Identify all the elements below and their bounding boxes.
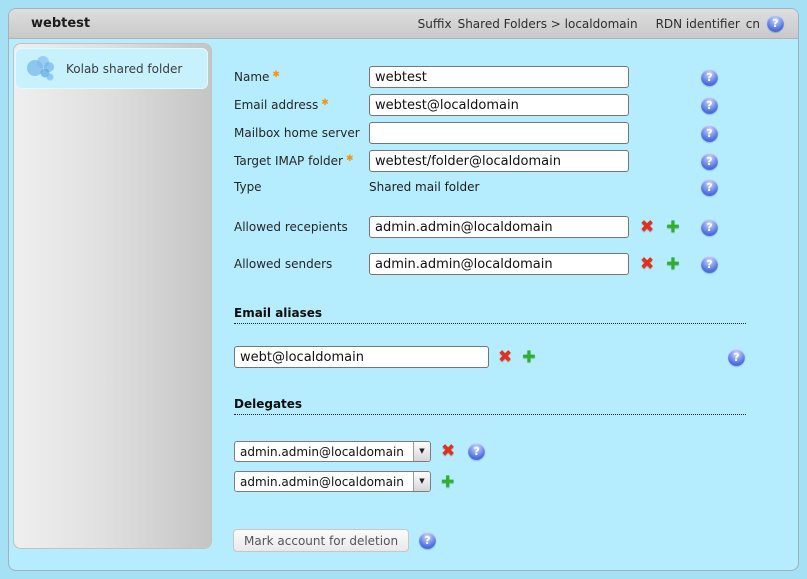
tab-label: Kolab shared folder [66, 62, 182, 76]
form-row-allowed-senders: Allowed senders ✖ ✚ ? [234, 253, 680, 275]
rdn-identifier-label: RDN identifier [656, 17, 740, 31]
required-star-icon: ✱ [321, 98, 329, 108]
allowed-senders-label: Allowed senders [234, 257, 369, 271]
section-email-aliases-heading: Email aliases [234, 306, 746, 324]
suffix-value: Shared Folders > localdomain [458, 17, 638, 31]
help-icon[interactable]: ? [701, 125, 718, 142]
help-icon[interactable]: ? [701, 256, 718, 273]
target-imap-folder-input[interactable] [369, 150, 629, 172]
mailbox-home-server-input[interactable] [369, 122, 629, 144]
help-icon[interactable]: ? [701, 97, 718, 114]
allowed-recepients-label: Allowed recepients [234, 220, 369, 234]
dropdown-arrow-icon: ▼ [413, 442, 430, 461]
delete-entry-icon[interactable]: ✖ [640, 219, 654, 236]
account-panel: webtest Suffix Shared Folders > localdom… [8, 8, 799, 571]
delegate-select-value: admin.admin@localdomain [235, 475, 413, 489]
add-entry-icon[interactable]: ✚ [666, 219, 679, 235]
delete-entry-icon[interactable]: ✖ [640, 256, 654, 273]
delegate-select-value: admin.admin@localdomain [235, 445, 413, 459]
add-entry-icon[interactable]: ✚ [666, 256, 679, 272]
actions-row: Mark account for deletion ? [233, 529, 436, 552]
page: webtest Suffix Shared Folders > localdom… [0, 0, 807, 579]
form-row-mailbox-home-server: Mailbox home server ? [234, 122, 629, 144]
tab-kolab-shared-folder[interactable]: Kolab shared folder [15, 48, 208, 89]
delete-delegate-icon[interactable]: ✖ [441, 443, 455, 460]
form-row-email-address: Email address✱ ? [234, 94, 629, 116]
add-delegate-icon[interactable]: ✚ [441, 474, 454, 490]
name-input[interactable] [369, 66, 629, 88]
suffix-label: Suffix [418, 17, 452, 31]
allowed-senders-input[interactable] [369, 253, 629, 275]
help-icon[interactable]: ? [419, 532, 436, 549]
help-icon[interactable]: ? [701, 153, 718, 170]
rdn-identifier-value: cn [746, 17, 760, 31]
email-alias-input[interactable] [234, 346, 489, 368]
type-label: Type [234, 180, 369, 194]
target-imap-folder-label: Target IMAP folder✱ [234, 154, 369, 168]
form-row-name: Name✱ ? [234, 66, 629, 88]
titlebar: webtest Suffix Shared Folders > localdom… [9, 9, 798, 39]
delete-alias-icon[interactable]: ✖ [498, 349, 512, 366]
page-title: webtest [31, 16, 90, 31]
dropdown-arrow-icon: ▼ [413, 472, 430, 491]
sidebar [13, 43, 212, 549]
delegate-row: admin.admin@localdomain ▼ ✚ [234, 471, 454, 492]
add-alias-icon[interactable]: ✚ [522, 349, 535, 365]
email-alias-row: ✖ ✚ ? [234, 346, 536, 368]
help-icon[interactable]: ? [701, 219, 718, 236]
form-row-target-imap-folder: Target IMAP folder✱ ? [234, 150, 629, 172]
required-star-icon: ✱ [272, 70, 280, 80]
form-row-type: Type Shared mail folder ? [234, 176, 479, 198]
name-label: Name✱ [234, 70, 369, 84]
mailbox-home-server-label: Mailbox home server [234, 126, 369, 140]
delegate-select[interactable]: admin.admin@localdomain ▼ [234, 471, 431, 492]
help-icon[interactable]: ? [701, 179, 718, 196]
help-icon[interactable]: ? [468, 443, 485, 460]
email-address-label: Email address✱ [234, 98, 369, 112]
mark-deletion-button[interactable]: Mark account for deletion [233, 529, 409, 552]
section-delegates-heading: Delegates [234, 397, 746, 415]
help-icon[interactable]: ? [701, 69, 718, 86]
type-value: Shared mail folder [369, 180, 479, 194]
delegate-row: admin.admin@localdomain ▼ ✖ ? [234, 441, 485, 462]
help-icon[interactable]: ? [767, 15, 784, 32]
kolab-shared-folder-icon [26, 54, 56, 84]
header-meta: Suffix Shared Folders > localdomain RDN … [418, 15, 784, 32]
form-row-allowed-recepients: Allowed recepients ✖ ✚ ? [234, 216, 680, 238]
email-address-input[interactable] [369, 94, 629, 116]
delegate-select[interactable]: admin.admin@localdomain ▼ [234, 441, 431, 462]
allowed-recepients-input[interactable] [369, 216, 629, 238]
help-icon[interactable]: ? [728, 349, 745, 366]
required-star-icon: ✱ [346, 154, 354, 164]
